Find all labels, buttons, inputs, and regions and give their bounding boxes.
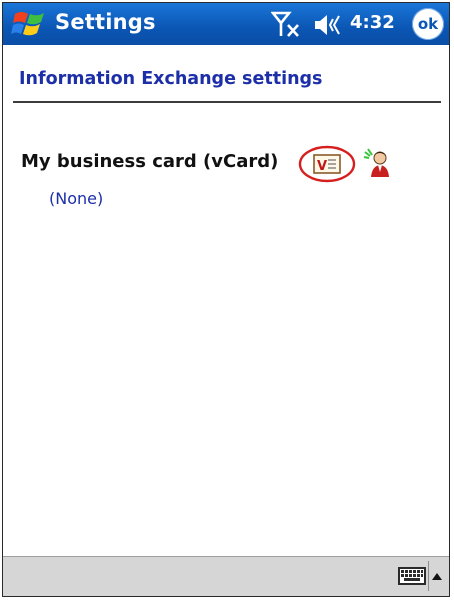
page-title: Information Exchange settings <box>19 69 323 89</box>
beam-contact-button[interactable] <box>363 147 393 179</box>
keyboard-button[interactable] <box>397 565 427 587</box>
up-arrow-icon <box>432 573 442 580</box>
speaker-icon[interactable] <box>313 12 347 38</box>
business-card-value-link[interactable]: (None) <box>49 189 103 208</box>
start-button[interactable] <box>11 8 49 40</box>
no-signal-antenna-icon[interactable] <box>270 10 305 38</box>
clock[interactable]: 4:32 <box>350 12 395 33</box>
header-divider <box>13 101 441 103</box>
svg-text:V: V <box>317 159 327 174</box>
beam-contact-icon <box>363 148 389 177</box>
app-title: Settings <box>55 10 156 34</box>
input-panel-arrow-button[interactable] <box>428 561 445 591</box>
bottom-menu-bar <box>3 556 449 596</box>
title-bar: Settings 4:32 ok <box>3 3 449 45</box>
vcard-icon: V <box>298 145 356 183</box>
business-card-label: My business card (vCard) <box>21 151 279 172</box>
vcard-button[interactable]: V <box>297 145 357 183</box>
keyboard-icon <box>398 567 426 585</box>
windows-flag-icon <box>11 12 44 36</box>
device-screen: Settings 4:32 ok Information Exchange se… <box>2 2 450 597</box>
ok-button[interactable]: ok <box>412 8 444 40</box>
